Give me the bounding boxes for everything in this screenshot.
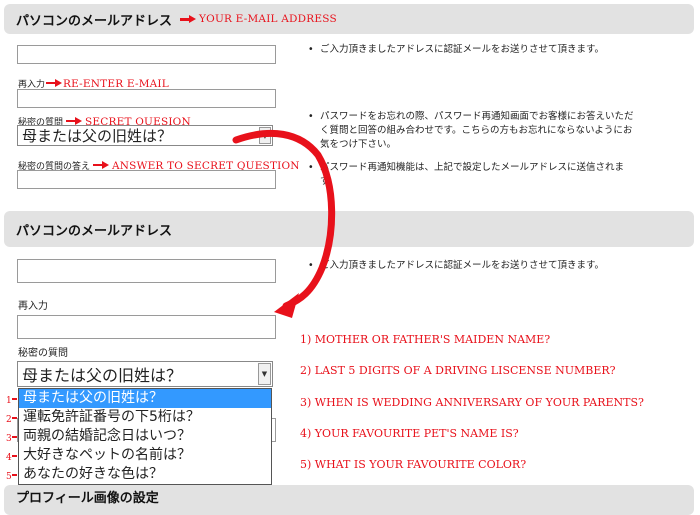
curved-arrow-annotation <box>232 129 336 318</box>
